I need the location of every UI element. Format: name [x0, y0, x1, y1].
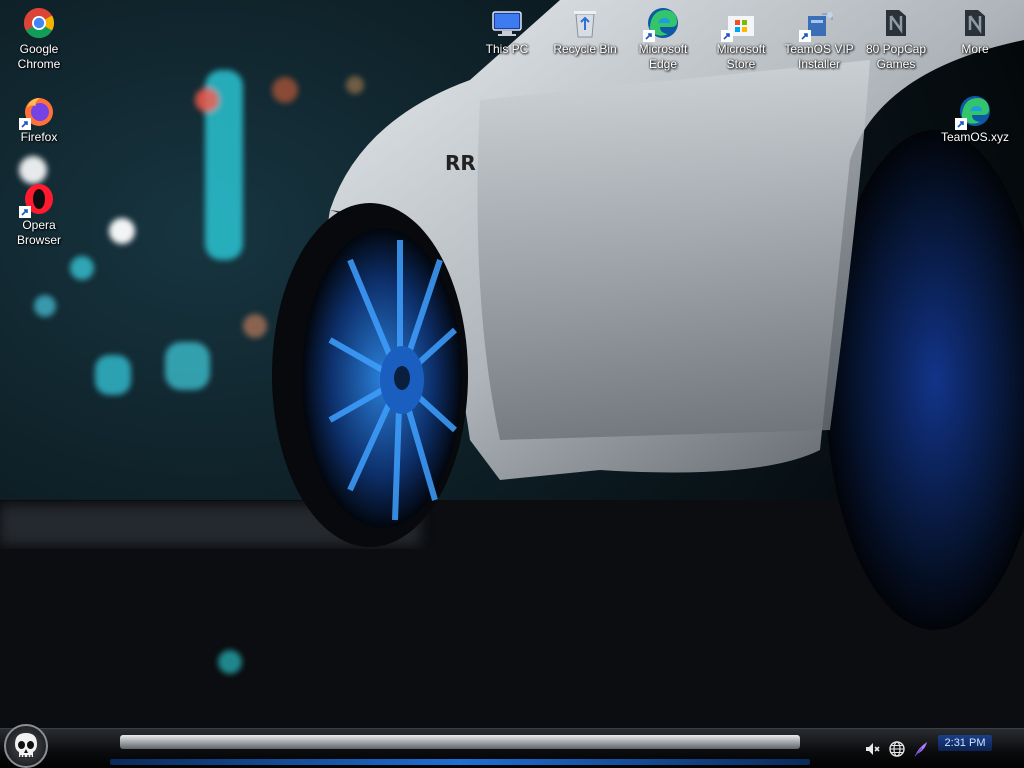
store-icon [721, 6, 758, 42]
desktop-icon-label: TeamOS VIP Installer [784, 42, 854, 71]
svg-text:RR: RR [445, 151, 476, 175]
desktop-icon-firefox[interactable]: Firefox [1, 88, 77, 145]
desktop-icon-label: Firefox [20, 130, 58, 144]
shortcut-arrow-icon [19, 206, 31, 218]
start-button[interactable] [4, 724, 48, 768]
desktop-icon-label: More [961, 42, 989, 56]
desktop-icon-opera[interactable]: Opera Browser [1, 176, 77, 248]
network-globe-icon[interactable] [888, 740, 906, 758]
folder-icon [879, 6, 913, 40]
taskbar-accent-line [110, 759, 810, 765]
desktop-icon-popcap-games[interactable]: 80 PopCap Games [858, 0, 934, 72]
shortcut-arrow-icon [799, 30, 811, 42]
desktop-icon-label: This PC [485, 42, 529, 56]
opera-icon [19, 182, 56, 218]
wallpaper: RR [0, 0, 1024, 768]
shortcut-arrow-icon [721, 30, 733, 42]
desktop-icon-label: Recycle Bin [553, 42, 617, 56]
shortcut-arrow-icon [643, 30, 655, 42]
desktop[interactable]: RR Google Chrome Firefox Opera Browser T… [0, 0, 1024, 768]
desktop-icon-label: Opera Browser [16, 218, 61, 247]
desktop-icon-label: Microsoft Store [716, 42, 766, 71]
edge-icon [643, 6, 680, 42]
edge-icon [955, 94, 992, 130]
desktop-icon-teamos-installer[interactable]: TeamOS VIP Installer [781, 0, 857, 72]
desktop-icon-this-pc[interactable]: This PC [469, 0, 545, 57]
shortcut-arrow-icon [19, 118, 31, 130]
firefox-icon [19, 94, 56, 130]
desktop-icon-label: TeamOS.xyz [940, 130, 1009, 144]
desktop-icon-teamos-xyz[interactable]: TeamOS.xyz [937, 88, 1013, 145]
desktop-icon-edge[interactable]: Microsoft Edge [625, 0, 701, 72]
clock[interactable]: 2:31 PM [938, 735, 992, 751]
desktop-icon-recycle-bin[interactable]: Recycle Bin [547, 0, 623, 57]
desktop-icon-store[interactable]: Microsoft Store [703, 0, 779, 72]
recycle-bin-icon [568, 6, 602, 40]
chrome-icon [22, 6, 56, 40]
shortcut-arrow-icon [955, 118, 967, 130]
skull-start-icon [15, 733, 37, 758]
feather-pen-icon[interactable] [912, 740, 930, 758]
desktop-icon-label: Microsoft Edge [638, 42, 688, 71]
taskbar-highlight-band [120, 735, 800, 749]
desktop-icon-label: Google Chrome [17, 42, 61, 71]
desktop-icon-more[interactable]: More [937, 0, 1013, 57]
speaker-muted-icon[interactable] [864, 740, 882, 758]
installer-icon [799, 6, 836, 42]
desktop-icon-label: 80 PopCap Games [865, 42, 927, 71]
folder-icon [958, 6, 992, 40]
desktop-icon-chrome[interactable]: Google Chrome [1, 0, 77, 72]
computer-icon [490, 6, 524, 40]
